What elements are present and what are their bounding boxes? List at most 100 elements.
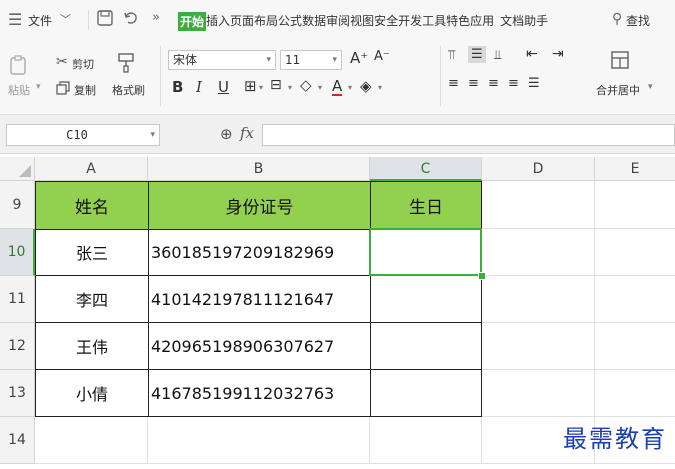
merge-center-button[interactable]: 合并居中 [596, 82, 640, 98]
font-name-select[interactable]: 宋体 ▾ [168, 50, 276, 70]
fill-style-icon[interactable]: ⊟ [270, 77, 282, 93]
chevron-down-icon[interactable]: ﹀ [60, 11, 71, 27]
tab-page-layout[interactable]: 页面布局 [230, 12, 278, 31]
cell-c10[interactable] [370, 229, 482, 276]
cell-d9[interactable] [482, 181, 595, 229]
tab-developer[interactable]: 开发工具 [398, 12, 446, 31]
chevron-down-icon[interactable]: ▾ [266, 51, 271, 69]
cell-a11[interactable]: 李四 [35, 276, 149, 323]
increase-font-icon[interactable]: A⁺ [350, 49, 368, 67]
format-painter-icon[interactable] [116, 52, 136, 78]
cell-b10[interactable]: 360185197209182969 [148, 229, 371, 276]
column-header-c[interactable]: C [370, 157, 482, 181]
save-icon[interactable] [96, 9, 114, 31]
column-header-a[interactable]: A [35, 157, 148, 181]
row-header[interactable]: 13 [0, 370, 35, 417]
cell-d10[interactable] [482, 229, 595, 276]
cell-e13[interactable] [595, 370, 675, 417]
tab-data[interactable]: 数据 [302, 12, 326, 31]
caret-icon[interactable]: ▾ [348, 83, 352, 92]
increase-indent-icon[interactable]: ⇥ [552, 46, 564, 62]
align-right-icon[interactable]: ≡ [488, 76, 499, 91]
cell-a12[interactable]: 王伟 [35, 323, 149, 370]
cell-d12[interactable] [482, 323, 595, 370]
tab-doc-assistant[interactable]: 文档助手 [500, 12, 548, 31]
chevron-down-icon[interactable]: ▾ [332, 51, 337, 69]
cell-a13[interactable]: 小倩 [35, 370, 149, 417]
font-color-icon[interactable]: A [332, 78, 343, 96]
cell-e11[interactable] [595, 276, 675, 323]
caret-icon[interactable]: ▾ [648, 82, 653, 92]
zoom-icon[interactable]: ⊕ [220, 125, 233, 143]
formula-input[interactable] [262, 124, 675, 146]
column-header-e[interactable]: E [595, 157, 675, 181]
cell-b11[interactable]: 410142197811121647 [148, 276, 371, 323]
tab-home[interactable]: 开始 [178, 12, 207, 31]
border-icon[interactable]: ⊞ [244, 77, 257, 95]
tab-special[interactable]: 特色应用 [446, 12, 494, 31]
cell-e12[interactable] [595, 323, 675, 370]
caret-icon[interactable]: ▾ [318, 83, 322, 92]
hamburger-icon[interactable]: ☰ [8, 10, 22, 29]
caret-icon[interactable]: ▾ [36, 82, 41, 92]
decrease-indent-icon[interactable]: ⇤ [526, 46, 538, 62]
chevron-down-icon[interactable]: ▾ [150, 125, 155, 145]
more-icon[interactable]: » [152, 10, 160, 25]
row-header[interactable]: 14 [0, 417, 35, 464]
bold-icon[interactable]: B [172, 78, 183, 96]
search-icon[interactable]: ⚲ [612, 11, 622, 27]
cell-d11[interactable] [482, 276, 595, 323]
align-top-icon[interactable]: ⫪ [448, 48, 455, 63]
align-bottom-icon[interactable]: ⫫ [494, 48, 501, 63]
fill-handle[interactable] [478, 272, 486, 280]
fill-color-icon[interactable]: ◇ [300, 76, 312, 94]
align-center-icon[interactable]: ≡ [468, 76, 479, 91]
tab-insert[interactable]: 插入 [206, 12, 230, 31]
search-label[interactable]: 查找 [626, 12, 650, 29]
align-middle-icon[interactable]: ☰ [468, 46, 486, 63]
scissors-icon[interactable]: ✂ [56, 54, 68, 70]
cell-c9[interactable]: 生日 [370, 181, 482, 230]
select-all-corner[interactable] [0, 157, 35, 181]
cell-b12[interactable]: 420965198906307627 [148, 323, 371, 370]
undo-icon[interactable] [122, 9, 140, 31]
format-painter-button[interactable]: 格式刷 [112, 82, 145, 98]
cell-a14[interactable] [35, 417, 148, 464]
cut-button[interactable]: 剪切 [72, 56, 94, 72]
column-header-b[interactable]: B [148, 157, 370, 181]
caret-icon[interactable]: ▾ [259, 83, 263, 92]
cell-d13[interactable] [482, 370, 595, 417]
row-header[interactable]: 10 [0, 229, 35, 276]
file-menu[interactable]: 文件 [28, 12, 52, 29]
copy-icon[interactable] [56, 80, 70, 99]
cell-a10[interactable]: 张三 [35, 229, 149, 276]
copy-button[interactable]: 复制 [74, 82, 96, 98]
align-left-icon[interactable]: ≡ [448, 76, 459, 91]
cell-a9[interactable]: 姓名 [35, 181, 149, 230]
cell-c14[interactable] [370, 417, 482, 464]
row-header[interactable]: 9 [0, 181, 35, 229]
row-header[interactable]: 12 [0, 323, 35, 370]
row-header[interactable]: 11 [0, 276, 35, 323]
tab-review[interactable]: 审阅 [326, 12, 350, 31]
cell-b14[interactable] [148, 417, 370, 464]
underline-icon[interactable]: U [218, 78, 229, 96]
tab-formulas[interactable]: 公式 [278, 12, 302, 31]
caret-icon[interactable]: ▾ [378, 83, 382, 92]
cell-c13[interactable] [370, 370, 482, 417]
cell-b9[interactable]: 身份证号 [148, 181, 371, 230]
font-size-select[interactable]: 11 ▾ [280, 50, 342, 70]
cell-e9[interactable] [595, 181, 675, 229]
decrease-font-icon[interactable]: A⁻ [374, 49, 390, 64]
distribute-icon[interactable]: ☰ [528, 76, 540, 91]
cell-b13[interactable]: 416785199112032763 [148, 370, 371, 417]
paste-button[interactable]: 粘贴 [8, 82, 30, 98]
column-header-d[interactable]: D [482, 157, 595, 181]
justify-icon[interactable]: ≡ [508, 76, 519, 91]
cell-c11[interactable] [370, 276, 482, 323]
paste-icon[interactable] [9, 54, 27, 80]
tab-security[interactable]: 安全 [374, 12, 398, 31]
cell-c12[interactable] [370, 323, 482, 370]
italic-icon[interactable]: I [196, 78, 202, 96]
name-box[interactable]: C10 ▾ [6, 124, 160, 146]
